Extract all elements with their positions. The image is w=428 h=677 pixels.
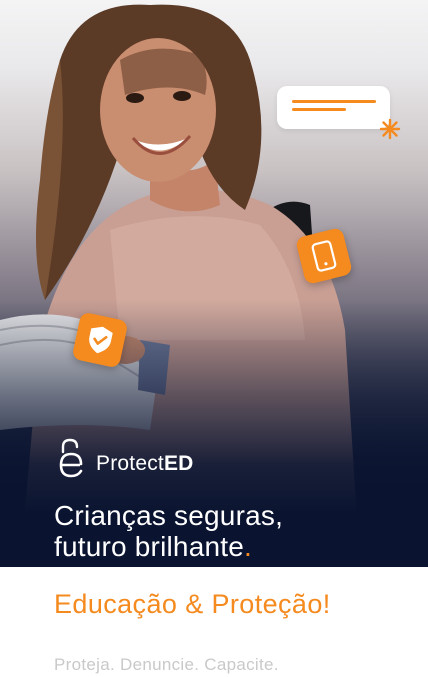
hero-headline: Crianças seguras, futuro brilhante. — [54, 500, 283, 562]
headline-line-1: Crianças seguras, — [54, 500, 284, 531]
headline-accent-dot: . — [244, 531, 252, 562]
brand-name: ProtectED — [96, 452, 194, 475]
headline-line-2: futuro brilhante. — [54, 531, 252, 562]
lock-e-logo-icon — [59, 438, 83, 478]
phone-icon — [311, 240, 337, 272]
promo-screen: ProtectED Crianças seguras, futuro brilh… — [0, 0, 428, 677]
brand-logo: ProtectED — [56, 438, 194, 478]
hero-section: ProtectED Crianças seguras, futuro brilh… — [0, 0, 428, 567]
shield-badge — [71, 311, 129, 369]
chat-bubble-icon — [277, 86, 390, 129]
subline: Proteja. Denuncie. Capacite. — [54, 655, 279, 674]
shield-check-icon — [89, 326, 113, 354]
sparkle-icon — [379, 118, 401, 140]
tagline: Educação & Proteção! — [54, 589, 331, 619]
